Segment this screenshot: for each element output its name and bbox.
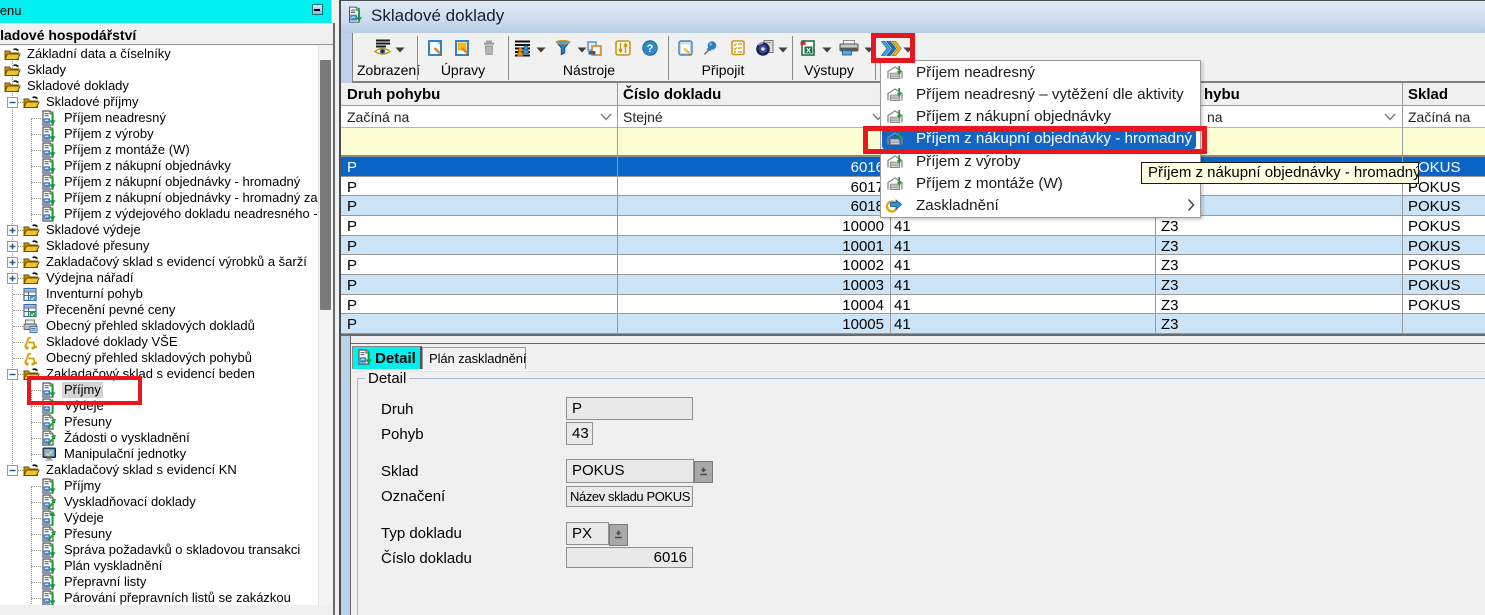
svg-text:x: x: [806, 45, 811, 55]
svg-text:?: ?: [647, 43, 654, 55]
